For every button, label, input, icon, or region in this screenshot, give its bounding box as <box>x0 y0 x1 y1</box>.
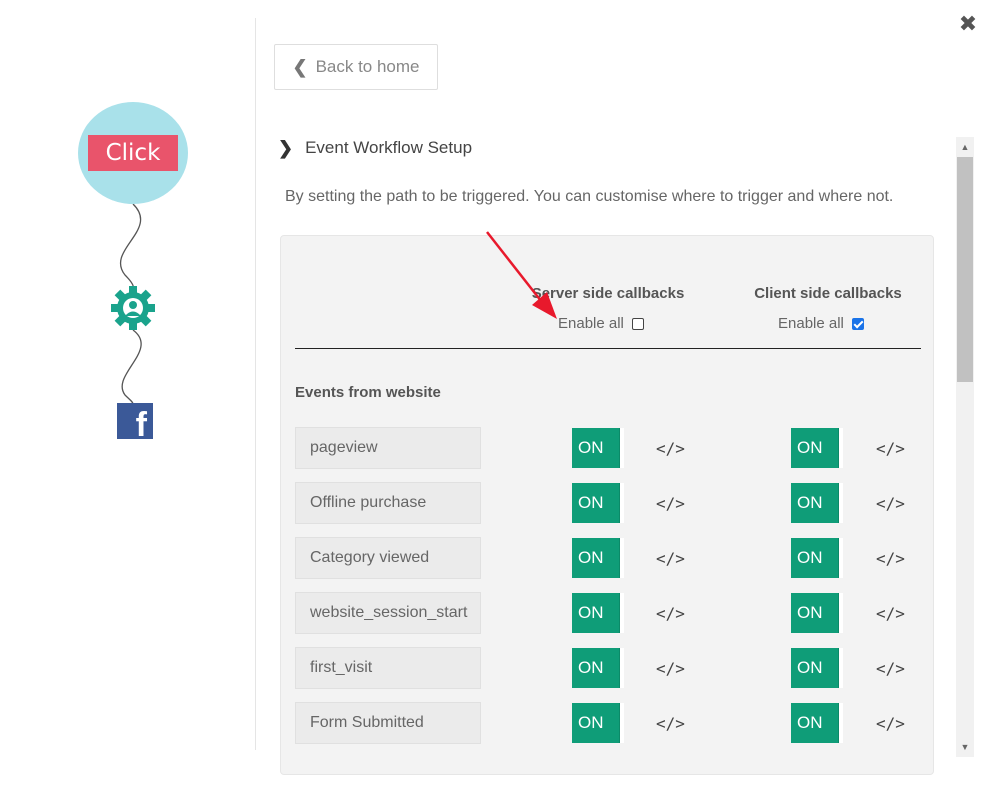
event-name-field: website_session_start <box>295 592 481 634</box>
server-callback-toggle[interactable]: ON <box>572 703 624 743</box>
client-code-icon[interactable]: </> <box>876 659 905 678</box>
table-row: Category viewed ON </> ON </> <box>295 537 921 579</box>
server-code-icon[interactable]: </> <box>656 549 685 568</box>
vertical-scrollbar[interactable]: ▲ ▼ <box>956 137 974 757</box>
events-group-title: Events from website <box>295 384 441 401</box>
server-code-icon[interactable]: </> <box>656 494 685 513</box>
client-callback-toggle[interactable]: ON <box>791 648 843 688</box>
panel-divider <box>255 18 256 750</box>
event-name-field: Offline purchase <box>295 482 481 524</box>
header-divider <box>295 348 921 349</box>
server-enable-all-checkbox[interactable] <box>631 317 644 330</box>
table-row: Form Submitted ON </> ON </> <box>295 702 921 744</box>
close-icon[interactable]: ✖ <box>958 14 978 36</box>
client-side-callbacks-header: Client side callbacks <box>754 285 902 302</box>
gear-icon <box>111 286 155 330</box>
server-callback-toggle[interactable]: ON <box>572 593 624 633</box>
server-enable-all[interactable]: Enable all <box>558 315 644 332</box>
back-to-home-button[interactable]: ❮ Back to home <box>274 44 438 90</box>
chevron-right-icon: ❯ <box>278 137 294 158</box>
scroll-down-arrow-icon[interactable]: ▼ <box>956 739 974 755</box>
server-callback-toggle[interactable]: ON <box>572 538 624 578</box>
server-enable-all-label: Enable all <box>558 315 624 332</box>
chevron-left-icon: ❮ <box>292 56 308 77</box>
table-row: pageview ON </> ON </> <box>295 427 921 469</box>
section-title: Event Workflow Setup <box>305 138 473 157</box>
server-side-callbacks-header: Server side callbacks <box>531 285 685 302</box>
server-callback-toggle[interactable]: ON <box>572 648 624 688</box>
event-name-field: Form Submitted <box>295 702 481 744</box>
callbacks-card: Server side callbacks Client side callba… <box>280 235 934 775</box>
client-callback-toggle[interactable]: ON <box>791 593 843 633</box>
client-code-icon[interactable]: </> <box>876 604 905 623</box>
click-node-label: Click <box>88 135 178 171</box>
server-code-icon[interactable]: </> <box>656 604 685 623</box>
event-name-field: Category viewed <box>295 537 481 579</box>
facebook-icon: f <box>117 403 153 443</box>
server-code-icon[interactable]: </> <box>656 659 685 678</box>
client-code-icon[interactable]: </> <box>876 549 905 568</box>
client-callback-toggle[interactable]: ON <box>791 538 843 578</box>
event-name-field: first_visit <box>295 647 481 689</box>
client-enable-all-checkbox[interactable] <box>851 317 864 330</box>
table-row: Offline purchase ON </> ON </> <box>295 482 921 524</box>
client-callback-toggle[interactable]: ON <box>791 483 843 523</box>
client-code-icon[interactable]: </> <box>876 439 905 458</box>
server-code-icon[interactable]: </> <box>656 439 685 458</box>
section-description: By setting the path to be triggered. You… <box>285 188 894 205</box>
server-callback-toggle[interactable]: ON <box>572 428 624 468</box>
workflow-diagram-panel: Click f <box>0 0 255 792</box>
event-workflow-section-toggle[interactable]: ❯ Event Workflow Setup <box>278 136 472 160</box>
client-enable-all-label: Enable all <box>778 315 844 332</box>
server-code-icon[interactable]: </> <box>656 714 685 733</box>
client-enable-all[interactable]: Enable all <box>778 315 864 332</box>
client-callback-toggle[interactable]: ON <box>791 703 843 743</box>
client-code-icon[interactable]: </> <box>876 494 905 513</box>
table-row: website_session_start ON </> ON </> <box>295 592 921 634</box>
event-name-field: pageview <box>295 427 481 469</box>
table-row: first_visit ON </> ON </> <box>295 647 921 689</box>
scroll-up-arrow-icon[interactable]: ▲ <box>956 139 974 155</box>
client-callback-toggle[interactable]: ON <box>791 428 843 468</box>
server-callback-toggle[interactable]: ON <box>572 483 624 523</box>
client-code-icon[interactable]: </> <box>876 714 905 733</box>
scrollbar-thumb[interactable] <box>957 157 973 382</box>
back-to-home-label: Back to home <box>315 57 420 76</box>
